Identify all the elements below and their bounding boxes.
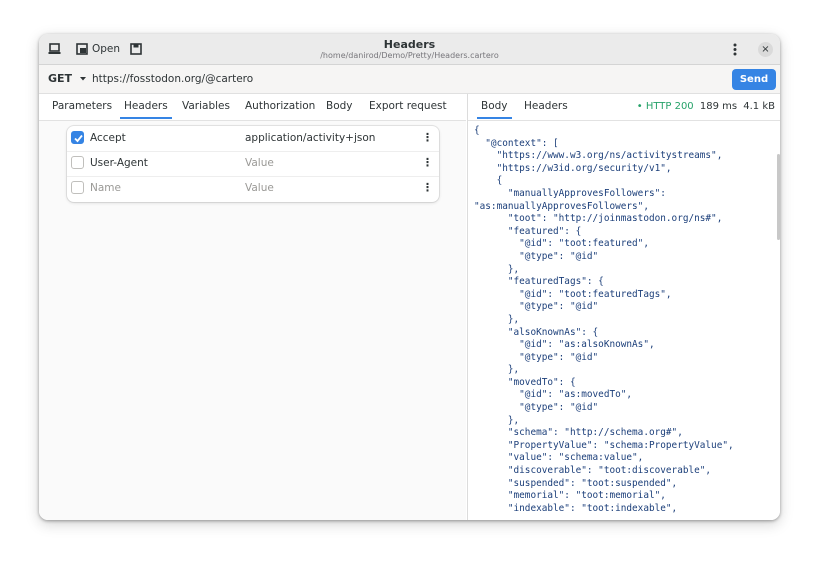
tab-authorization[interactable]: Authorization	[245, 100, 315, 112]
tab-variables[interactable]: Variables	[182, 100, 230, 112]
row-menu-button[interactable]: ⋮	[422, 131, 433, 145]
row-menu-button[interactable]: ⋮	[422, 156, 433, 170]
http-method-label: GET	[48, 72, 73, 85]
response-tabs: Body Headers • HTTP 200 189 ms 4.1 kB	[468, 94, 780, 121]
http-method-dropdown[interactable]: GET	[48, 72, 87, 85]
response-pane: Body Headers • HTTP 200 189 ms 4.1 kB { …	[467, 94, 780, 520]
row-menu-button[interactable]: ⋮	[422, 181, 433, 195]
response-status: • HTTP 200 189 ms 4.1 kB	[637, 101, 775, 112]
header-enabled-checkbox[interactable]	[71, 131, 84, 144]
tab-export-request[interactable]: Export request	[369, 100, 447, 112]
window-subtitle: /home/danirod/Demo/Pretty/Headers.carter…	[320, 51, 499, 60]
header-name[interactable]: Accept	[90, 132, 126, 144]
tab-parameters[interactable]: Parameters	[52, 100, 112, 112]
response-time: 189 ms	[699, 101, 738, 112]
tab-response-body[interactable]: Body	[477, 100, 511, 119]
header-value[interactable]: Value	[245, 157, 274, 169]
kebab-menu-icon	[733, 43, 737, 55]
send-button[interactable]: Send	[732, 69, 776, 90]
response-body-text[interactable]: { "@context": [ "https://www.w3.org/ns/a…	[474, 125, 770, 520]
header-value[interactable]: application/activity+json	[245, 132, 375, 144]
url-input[interactable]	[86, 69, 738, 89]
tab-body[interactable]: Body	[326, 100, 353, 112]
header-enabled-checkbox[interactable]	[71, 156, 84, 169]
header-value[interactable]: Value	[245, 182, 274, 194]
tab-response-headers[interactable]: Headers	[524, 100, 568, 112]
header-row: Accept application/activity+json ⋮	[67, 126, 439, 152]
request-pane: Parameters Headers Variables Authorizati…	[39, 94, 466, 520]
status-ok-dot: •	[636, 101, 643, 112]
response-scrollbar[interactable]	[777, 154, 780, 240]
window-title: Headers	[383, 38, 436, 51]
main-menu-button[interactable]	[733, 40, 737, 58]
header-name[interactable]: Name	[90, 182, 121, 194]
header-row: User-Agent Value ⋮	[67, 151, 439, 177]
status-code: HTTP 200	[645, 101, 694, 112]
tab-headers[interactable]: Headers	[120, 100, 172, 119]
app-window: Open Headers /home/danirod/Demo/Pretty/H…	[39, 34, 780, 520]
header-name[interactable]: User-Agent	[90, 157, 148, 169]
header-row: Name Value ⋮	[67, 176, 439, 201]
header-enabled-checkbox[interactable]	[71, 181, 84, 194]
headers-list: Accept application/activity+json ⋮ User-…	[67, 126, 439, 202]
request-tabs: Parameters Headers Variables Authorizati…	[39, 94, 466, 121]
checkmark-icon	[74, 134, 83, 143]
close-icon: ×	[761, 44, 770, 55]
close-button[interactable]: ×	[758, 42, 773, 57]
url-bar: GET Send	[39, 65, 780, 94]
response-size: 4.1 kB	[743, 101, 775, 112]
header-bar: Open Headers /home/danirod/Demo/Pretty/H…	[39, 34, 780, 65]
